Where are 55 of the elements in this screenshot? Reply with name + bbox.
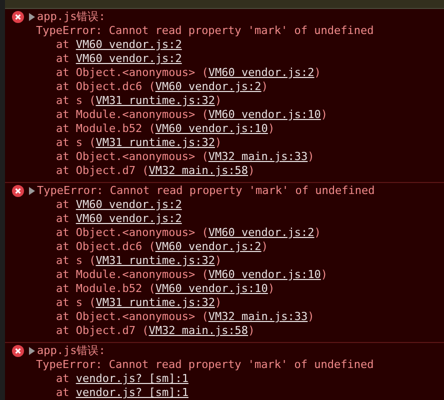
source-link[interactable]: vendor.js? [sm]:1 [76,386,188,399]
stack-frame: at Object.d7 (VM32 main.js:58) [56,324,255,338]
stack-frame: at s (VM31 runtime.js:32) [56,136,222,150]
source-link[interactable]: VM60 vendor.js:2 [208,226,314,239]
source-link[interactable]: VM60 vendor.js:10 [208,108,321,121]
source-link[interactable]: VM31 runtime.js:32 [96,136,215,149]
stack-frame: at Module.b52 (VM60 vendor.js:10) [56,122,275,136]
stack-frame: at Object.<anonymous> (VM32 main.js:33) [56,150,314,164]
stack-frame: at vendor.js? [sm]:1 [56,372,188,386]
source-link[interactable]: VM60 vendor.js:10 [155,282,268,295]
expand-triangle-icon[interactable] [28,13,35,21]
error-title: app.js错误: [37,10,106,24]
stack-frame: at VM60 vendor.js:2 [56,52,182,66]
stack-frame: at Object.<anonymous> (VM60 vendor.js:2) [56,226,321,240]
source-link[interactable]: VM32 main.js:58 [148,164,248,177]
source-link[interactable]: VM60 vendor.js:2 [76,212,182,225]
error-title: TypeError: Cannot read property 'mark' of undefined [37,184,375,198]
source-link[interactable]: VM60 vendor.js:2 [155,240,262,253]
source-link[interactable]: VM32 main.js:58 [148,324,248,337]
stack-frame: at VM60 vendor.js:2 [56,38,182,52]
source-link[interactable]: VM31 runtime.js:32 [96,94,215,107]
stack-frame: at s (VM31 runtime.js:32) [56,254,222,268]
source-link[interactable]: VM60 vendor.js:10 [155,122,268,135]
source-link[interactable]: VM60 vendor.js:2 [155,80,262,93]
source-link[interactable]: VM32 main.js:33 [208,310,308,323]
error-icon [12,185,24,197]
stack-frame: at Object.d7 (VM32 main.js:58) [56,164,255,178]
source-link[interactable]: VM60 vendor.js:2 [76,52,182,65]
stack-frame: at s (VM31 runtime.js:32) [56,296,222,310]
source-link[interactable]: VM31 runtime.js:32 [96,254,215,267]
stack-frame: at VM60 vendor.js:2 [56,198,182,212]
error-icon [12,11,24,23]
stack-frame: at VM60 vendor.js:2 [56,212,182,226]
stack-frame: at Module.<anonymous> (VM60 vendor.js:10) [56,268,328,282]
error-message: TypeError: Cannot read property 'mark' of undefined [36,358,374,372]
source-link[interactable]: VM60 vendor.js:2 [76,38,182,51]
stack-frame: at Module.b52 (VM60 vendor.js:10) [56,282,275,296]
stack-frame: at vendor.js? [sm]:1 [56,386,188,400]
expand-triangle-icon[interactable] [28,187,35,195]
source-link[interactable]: VM60 vendor.js:10 [208,268,321,281]
expand-triangle-icon[interactable] [28,347,35,355]
stack-frame: at Object.<anonymous> (VM32 main.js:33) [56,310,314,324]
stack-frame: at Object.dc6 (VM60 vendor.js:2) [56,240,268,254]
error-icon [12,345,24,357]
source-link[interactable]: VM31 runtime.js:32 [96,296,215,309]
source-link[interactable]: VM60 vendor.js:2 [208,66,314,79]
stack-frame: at Object.dc6 (VM60 vendor.js:2) [56,80,268,94]
source-link[interactable]: VM32 main.js:33 [208,150,308,163]
error-title: app.js错误: [37,344,106,358]
stack-frame: at Module.<anonymous> (VM60 vendor.js:10) [56,108,328,122]
source-link[interactable]: vendor.js? [sm]:1 [76,372,188,385]
stack-frame: at Object.<anonymous> (VM60 vendor.js:2) [56,66,321,80]
source-link[interactable]: VM60 vendor.js:2 [76,198,182,211]
stack-frame: at s (VM31 runtime.js:32) [56,94,222,108]
error-message: TypeError: Cannot read property 'mark' of undefined [36,24,374,38]
